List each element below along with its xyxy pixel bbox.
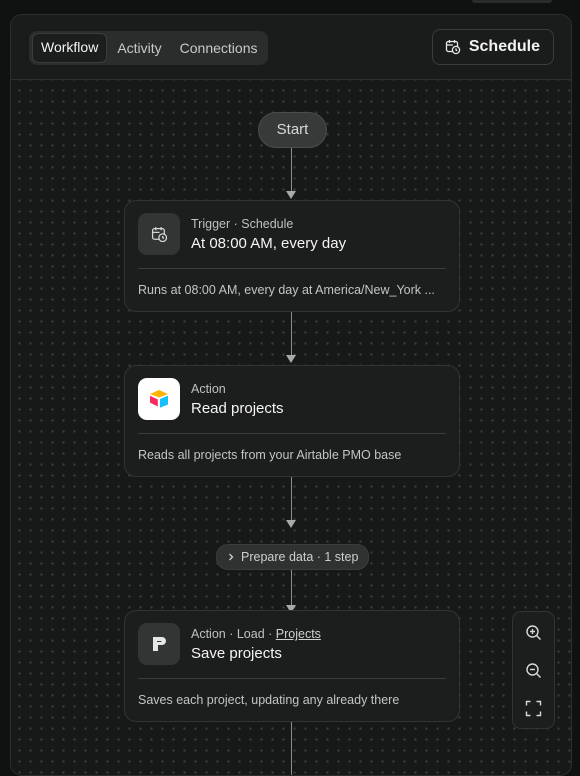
node-icon-box [138,213,180,255]
tab-activity[interactable]: Activity [109,34,169,62]
projects-link[interactable]: Projects [276,627,321,641]
save-projects-node[interactable]: Action · Load · Projects Save projects S… [124,610,460,722]
connector-arrow [286,520,296,528]
connector-line [291,720,292,775]
calendar-clock-icon [151,226,168,243]
workflow-canvas[interactable]: Start Trigger · Schedule At 08:00 AM, ev… [11,80,571,775]
node-meta: Trigger · Schedule [191,217,294,231]
prepare-data-step[interactable]: Prepare data · 1 step [216,544,370,570]
node-title: Save projects [191,645,282,662]
connector-line [291,475,292,525]
node-description: Saves each project, updating any already… [138,693,400,707]
fit-view-icon [525,700,542,717]
trigger-node[interactable]: Trigger · Schedule At 08:00 AM, every da… [124,200,460,312]
fit-view-button[interactable] [513,690,554,726]
zoom-out-button[interactable] [513,652,554,688]
panel-header: Workflow Activity Connections Schedule [11,15,571,80]
airtable-logo-icon [148,389,170,409]
node-divider [138,268,446,269]
node-description: Runs at 08:00 AM, every day at America/N… [138,283,435,297]
start-node[interactable]: Start [258,112,327,148]
node-title: At 08:00 AM, every day [191,235,347,252]
prepare-data-label: Prepare data · 1 step [241,550,359,564]
workflow-panel: Workflow Activity Connections Schedule S… [10,14,572,776]
node-meta: Action · Load · Projects [191,627,321,641]
connector-line [291,146,292,194]
zoom-out-icon [525,662,542,679]
zoom-in-button[interactable] [513,614,554,650]
node-icon-box [138,623,180,665]
node-divider [138,433,446,434]
read-projects-node[interactable]: Action Read projects Reads all projects … [124,365,460,477]
connector-line [291,310,292,358]
node-title: Read projects [191,400,284,417]
top-edge-strip [472,0,552,3]
tab-bar: Workflow Activity Connections [29,31,269,65]
connector-arrow [286,191,296,199]
database-logo-icon [150,635,168,653]
zoom-in-icon [525,624,542,641]
node-meta: Action [191,382,226,396]
calendar-clock-icon [445,39,461,55]
connector-arrow [286,355,296,363]
connector-line [291,568,292,608]
node-icon-box [138,378,180,420]
schedule-button-label: Schedule [468,38,540,55]
schedule-button[interactable]: Schedule [431,29,554,65]
node-meta-prefix: Action · Load · [191,627,276,641]
zoom-controls [512,611,555,729]
node-divider [138,678,446,679]
chevron-right-icon [227,552,235,562]
tab-connections[interactable]: Connections [172,34,266,62]
node-description: Reads all projects from your Airtable PM… [138,448,402,462]
tab-workflow[interactable]: Workflow [32,33,108,63]
